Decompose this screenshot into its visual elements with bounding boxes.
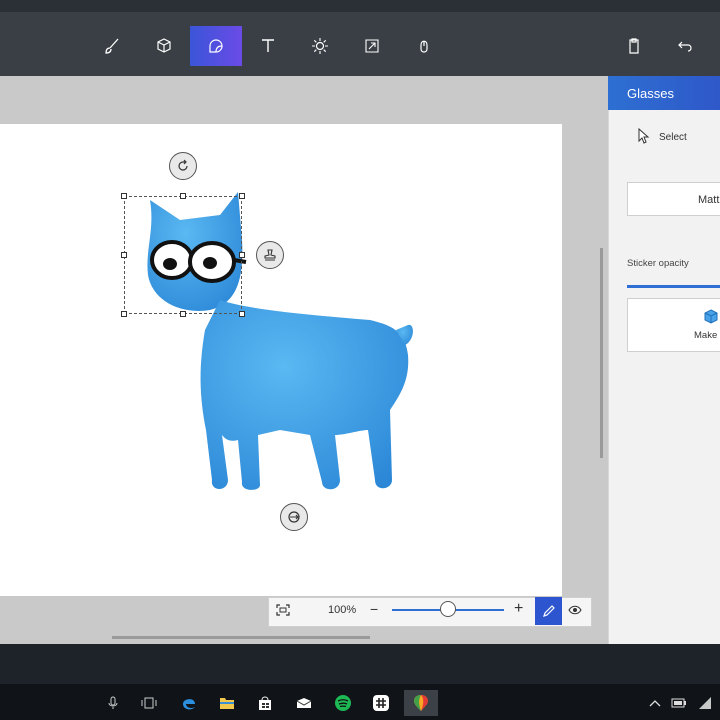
make-label: Make: [694, 330, 718, 341]
edge-icon: [183, 699, 195, 710]
text-icon: [262, 39, 274, 52]
paste-button[interactable]: [608, 26, 660, 66]
title-strip: [0, 0, 720, 12]
resize-handle[interactable]: [239, 311, 245, 317]
cortana-mic-button[interactable]: [98, 690, 128, 716]
cursor-icon: [638, 128, 650, 144]
mail-icon: [296, 698, 312, 708]
make-3d-button[interactable]: Make: [627, 298, 720, 352]
task-view-button[interactable]: [134, 690, 164, 716]
stickers-tool[interactable]: [190, 26, 242, 66]
paste-icon: [629, 38, 639, 54]
file-explorer-taskbar-button[interactable]: [212, 690, 242, 716]
stamp-icon: [264, 249, 276, 261]
spotify-taskbar-button[interactable]: [328, 690, 358, 716]
3d-rotate-icon: [288, 511, 300, 523]
undo-button[interactable]: [660, 26, 712, 66]
selection-box[interactable]: [124, 196, 242, 314]
undo-icon: [678, 41, 692, 52]
paint3d-icon: [414, 695, 428, 711]
resize-handle[interactable]: [239, 193, 245, 199]
remix-icon: [420, 40, 428, 53]
eye-icon: [568, 605, 582, 615]
view-toggle-button[interactable]: [566, 602, 584, 618]
resize-handle[interactable]: [239, 252, 245, 258]
sun-icon: [312, 38, 328, 54]
zoom-slider-thumb[interactable]: [440, 601, 456, 617]
microphone-icon: [108, 696, 118, 709]
battery-icon: [671, 698, 686, 708]
zoom-in-button[interactable]: +: [514, 600, 523, 618]
mail-taskbar-button[interactable]: [289, 690, 319, 716]
select-label: Select: [659, 132, 687, 143]
stamp-button[interactable]: [256, 241, 284, 269]
resize-handle[interactable]: [121, 193, 127, 199]
resize-handle[interactable]: [180, 311, 186, 317]
chevron-up-icon: [649, 700, 661, 707]
matte-label: Matt: [698, 194, 720, 206]
spotify-icon: [335, 695, 351, 711]
sticker-opacity-slider[interactable]: [627, 285, 720, 288]
vertical-scrollbar[interactable]: [600, 248, 603, 458]
remix3d-tool[interactable]: [398, 26, 450, 66]
fit-screen-icon: [276, 604, 290, 616]
store-taskbar-button[interactable]: [250, 690, 280, 716]
panel-header: Glasses: [608, 76, 720, 110]
resize-handle[interactable]: [180, 193, 186, 199]
resize-handle[interactable]: [121, 252, 127, 258]
3d-shapes-tool[interactable]: [138, 26, 190, 66]
store-icon: [259, 696, 271, 710]
file-explorer-icon: [220, 698, 234, 709]
effects-tool[interactable]: [294, 26, 346, 66]
edge-taskbar-button[interactable]: [174, 690, 204, 716]
wifi-icon: [699, 697, 711, 709]
rotate-icon: [178, 159, 188, 171]
wifi-indicator[interactable]: [690, 690, 720, 716]
paint3d-taskbar-button[interactable]: [404, 690, 438, 716]
zoom-out-button[interactable]: −: [370, 601, 378, 617]
resize-handle[interactable]: [121, 311, 127, 317]
cube-icon: [704, 309, 718, 324]
select-button[interactable]: Select: [618, 110, 720, 162]
text-tool[interactable]: [242, 26, 294, 66]
sticker-opacity-label: Sticker opacity: [627, 258, 689, 269]
brush-icon: [105, 38, 119, 54]
panel-title: Glasses: [627, 86, 674, 101]
fit-to-screen-button[interactable]: [274, 602, 292, 618]
horizontal-scrollbar[interactable]: [112, 636, 370, 639]
resize-icon: [365, 39, 379, 53]
rotate-button[interactable]: [169, 152, 197, 180]
zoom-level: 100%: [328, 604, 357, 616]
pen-icon: [543, 605, 555, 617]
cube-icon: [157, 38, 171, 53]
brushes-tool[interactable]: [86, 26, 138, 66]
matte-button[interactable]: Matt: [627, 182, 720, 216]
slack-icon: [373, 695, 389, 711]
pen-mode-button[interactable]: [535, 597, 562, 625]
task-view-icon: [141, 697, 157, 709]
3d-rotate-button[interactable]: [280, 503, 308, 531]
sticker-icon: [209, 39, 223, 53]
canvas-tool[interactable]: [346, 26, 398, 66]
slack-taskbar-button[interactable]: [366, 690, 396, 716]
